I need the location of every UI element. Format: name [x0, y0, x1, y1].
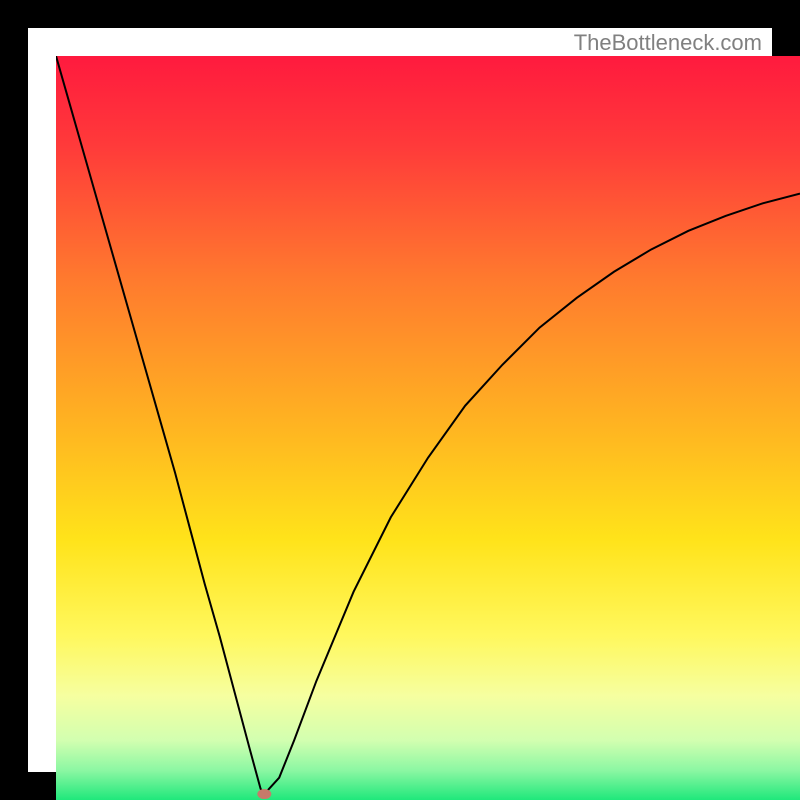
optimal-point-marker: [257, 789, 271, 799]
plot-svg: [56, 56, 800, 800]
plot-area: [56, 56, 800, 800]
gradient-background: [56, 56, 800, 800]
chart-frame: TheBottleneck.com: [0, 0, 800, 800]
watermark-label: TheBottleneck.com: [574, 30, 762, 56]
